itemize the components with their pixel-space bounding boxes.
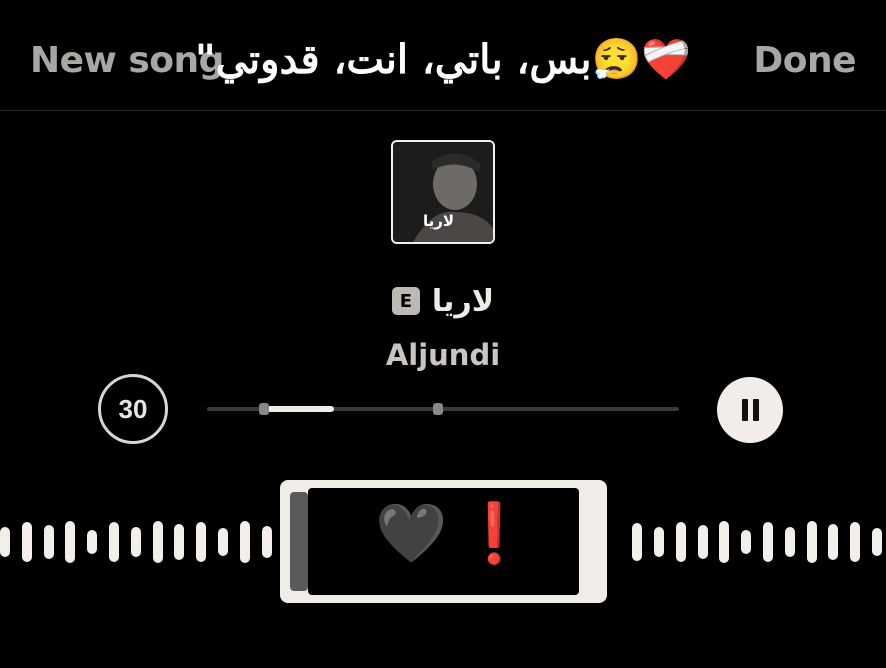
selector-left-handle[interactable] — [290, 492, 308, 591]
waveform-bar — [763, 522, 773, 562]
waveform-bar — [218, 528, 228, 556]
waveform-bar — [174, 524, 185, 560]
waveform-bar — [21, 522, 32, 562]
track-title-row: E لاريا — [0, 283, 886, 319]
waveform-bar — [719, 521, 730, 563]
progress-fill — [263, 406, 335, 412]
skip-30-button[interactable]: 30 — [98, 374, 168, 444]
header-divider — [0, 110, 886, 111]
waveform-bar — [741, 530, 752, 554]
header: New song "بس، باتي، انت، قدوتي😮‍💨❤️‍🩹 Do… — [0, 0, 886, 112]
waveform-bar — [65, 521, 76, 563]
waveform-bar — [828, 524, 839, 560]
album-cover: لاريا — [391, 140, 495, 244]
waveform-bar — [654, 527, 664, 557]
waveform-bar — [675, 522, 686, 562]
clip-start-handle[interactable] — [258, 403, 269, 415]
waveform-bar — [196, 522, 207, 562]
waveform-bar — [130, 527, 141, 557]
waveform-bar — [261, 526, 272, 558]
explicit-badge: E — [391, 287, 420, 315]
selector-right-handle[interactable] — [579, 492, 597, 591]
waveform-bar — [850, 522, 861, 562]
waveform-bar — [0, 527, 10, 557]
cover-title-label: لاريا — [423, 212, 455, 230]
artist-name: Aljundi — [385, 338, 501, 372]
waveform-bar — [872, 528, 882, 556]
waveform-bar — [806, 521, 817, 563]
exclamation-icon: ❗ — [458, 499, 531, 567]
waveform-bar — [697, 525, 708, 559]
progress-track[interactable] — [207, 403, 679, 415]
waveform-bar — [43, 525, 54, 559]
clip-selector[interactable]: 🖤 ❗ — [280, 480, 607, 603]
waveform-bar — [784, 527, 795, 557]
waveform-bar — [632, 523, 643, 561]
pause-icon — [741, 399, 748, 421]
clip-end-handle[interactable] — [433, 403, 444, 415]
black-heart-icon: 🖤 — [375, 499, 448, 567]
waveform-bar — [239, 521, 250, 563]
waveform-bar — [152, 521, 163, 563]
waveform-bar — [109, 522, 119, 562]
song-title: لاريا — [431, 283, 495, 319]
waveform-bar — [87, 530, 98, 554]
pause-button[interactable] — [717, 377, 783, 443]
done-button[interactable]: Done — [753, 40, 856, 81]
